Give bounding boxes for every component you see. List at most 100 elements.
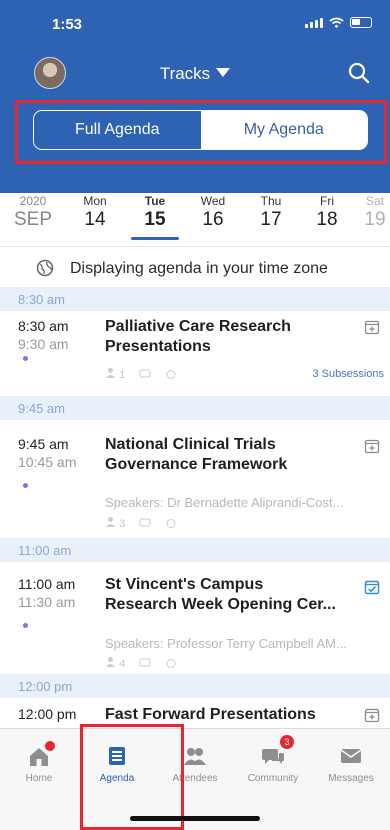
section-time: 11:00 am — [18, 543, 72, 558]
time-section-header: 11:00 am — [0, 538, 390, 562]
session-title: Fast Forward Presentations — [105, 705, 360, 725]
day-of-week: Fri — [320, 194, 334, 208]
session-title-line: St Vincent's Campus — [105, 576, 264, 593]
session-meta: 4 — [105, 656, 177, 670]
track-color-dot — [23, 483, 28, 488]
session-title-line: Palliative Care Research — [105, 318, 291, 335]
session-speakers: Speakers: Dr Bernadette Aliprandi-Cost..… — [105, 495, 344, 510]
person-icon — [106, 368, 115, 378]
messages-icon — [340, 749, 362, 763]
session-title-line: Research Week Opening Cer... — [105, 596, 336, 613]
session-start-time: 9:45 am — [18, 436, 69, 452]
day-number: 16 — [202, 209, 224, 230]
attendee-meta: 3 — [105, 516, 125, 530]
heart-icon — [166, 658, 176, 668]
year-month-label: 2020 SEP — [8, 193, 58, 231]
chat-icon — [139, 369, 151, 377]
session-end-time: 11:30 am — [18, 594, 76, 610]
timezone-text: Displaying agenda in your time zone — [70, 260, 328, 277]
month-label: SEP — [13, 209, 53, 230]
session-title-line: National Clinical Trials — [105, 436, 276, 453]
tab-label: Community — [247, 773, 299, 784]
session-item[interactable]: 12:00 pm Fast Forward Presentations — [0, 698, 390, 728]
date-strip: 2020 SEP Mon 14 Tue 15 Wed 16 Thu 17 Fri… — [0, 193, 390, 241]
day-of-week: Mon — [83, 194, 107, 208]
session-meta: 3 — [105, 516, 177, 530]
attendee-meta: 1 — [105, 367, 125, 381]
session-item[interactable]: 11:00 am 11:30 am St Vincent's Campus Re… — [0, 562, 390, 674]
chat-icon — [139, 658, 151, 666]
status-icons — [305, 17, 372, 28]
date-wed[interactable]: Wed 16 — [188, 193, 238, 231]
session-speakers: Speakers: Professor Terry Campbell AM... — [105, 636, 347, 651]
add-to-agenda-icon[interactable] — [364, 707, 380, 723]
attendee-meta: 4 — [105, 656, 125, 670]
session-title: Palliative Care Research Presentations — [105, 317, 360, 357]
session-end-time: 10:45 am — [18, 454, 77, 470]
segment-highlight-box — [15, 100, 387, 164]
person-icon — [106, 517, 115, 527]
tab-bar: Home Agenda Attendees 3 Community Messag… — [0, 728, 390, 830]
day-number: 17 — [260, 209, 282, 230]
battery-icon — [350, 17, 372, 28]
time-section-header: 8:30 am — [0, 287, 390, 311]
attendees-icon — [184, 748, 206, 765]
session-meta: 1 — [105, 367, 177, 381]
session-title: St Vincent's Campus Research Week Openin… — [105, 575, 360, 615]
add-to-agenda-icon[interactable] — [364, 438, 380, 454]
day-number: 19 — [364, 209, 386, 230]
date-tue[interactable]: Tue 15 — [130, 193, 180, 231]
status-time: 1:53 — [52, 16, 83, 33]
session-title-line: Fast Forward Presentations — [105, 706, 316, 723]
community-icon — [262, 749, 284, 764]
section-time: 12:00 pm — [18, 679, 73, 694]
tab-home[interactable]: Home — [0, 729, 78, 789]
date-mon[interactable]: Mon 14 — [70, 193, 120, 231]
added-to-agenda-icon[interactable] — [364, 579, 380, 595]
notification-badge: 3 — [280, 735, 294, 749]
section-time: 8:30 am — [18, 292, 65, 307]
selected-date-indicator — [131, 237, 179, 240]
tab-label: Home — [25, 773, 53, 784]
date-sat[interactable]: Sat 19 — [350, 193, 390, 231]
year-label: 2020 — [19, 194, 47, 208]
subsessions-link[interactable]: 3 Subsessions — [312, 368, 384, 380]
attendee-count: 3 — [119, 518, 126, 530]
session-item[interactable]: 8:30 am 9:30 am Palliative Care Research… — [0, 311, 390, 396]
caret-down-icon — [216, 68, 231, 77]
session-end-time: 9:30 am — [18, 336, 69, 352]
time-section-header: 12:00 pm — [0, 674, 390, 698]
track-color-dot — [23, 356, 28, 361]
day-number: 14 — [84, 209, 106, 230]
section-time: 9:45 am — [18, 401, 65, 416]
chat-icon — [139, 518, 151, 526]
tab-community[interactable]: 3 Community — [234, 729, 312, 789]
attendee-count: 4 — [119, 658, 126, 670]
signal-icon — [305, 18, 323, 28]
day-of-week: Sat — [365, 194, 384, 208]
session-item[interactable]: 9:45 am 10:45 am National Clinical Trial… — [0, 420, 390, 538]
search-icon[interactable] — [348, 62, 370, 84]
add-to-agenda-icon[interactable] — [364, 319, 380, 335]
nav-row: Tracks — [0, 52, 390, 96]
notification-dot — [45, 741, 55, 751]
track-color-dot — [23, 623, 28, 628]
person-icon — [106, 657, 115, 667]
tracks-label: Tracks — [159, 64, 211, 83]
agenda-tab-highlight-box — [80, 724, 184, 830]
tab-label: Messages — [328, 773, 374, 784]
date-fri[interactable]: Fri 18 — [302, 193, 352, 231]
timezone-notice: Displaying agenda in your time zone — [0, 247, 390, 287]
tracks-dropdown[interactable]: Tracks — [0, 64, 390, 84]
session-title-line: Governance Framework — [105, 456, 288, 473]
day-number: 18 — [316, 209, 338, 230]
home-indicator — [130, 816, 260, 821]
globe-icon — [36, 259, 54, 277]
day-of-week: Tue — [144, 194, 166, 208]
heart-icon — [166, 518, 176, 528]
app-header: 1:53 Tracks Full Agenda My Agenda — [0, 0, 390, 193]
wifi-icon — [329, 17, 344, 28]
date-thu[interactable]: Thu 17 — [246, 193, 296, 231]
tab-messages[interactable]: Messages — [312, 729, 390, 789]
day-of-week: Wed — [200, 194, 226, 208]
